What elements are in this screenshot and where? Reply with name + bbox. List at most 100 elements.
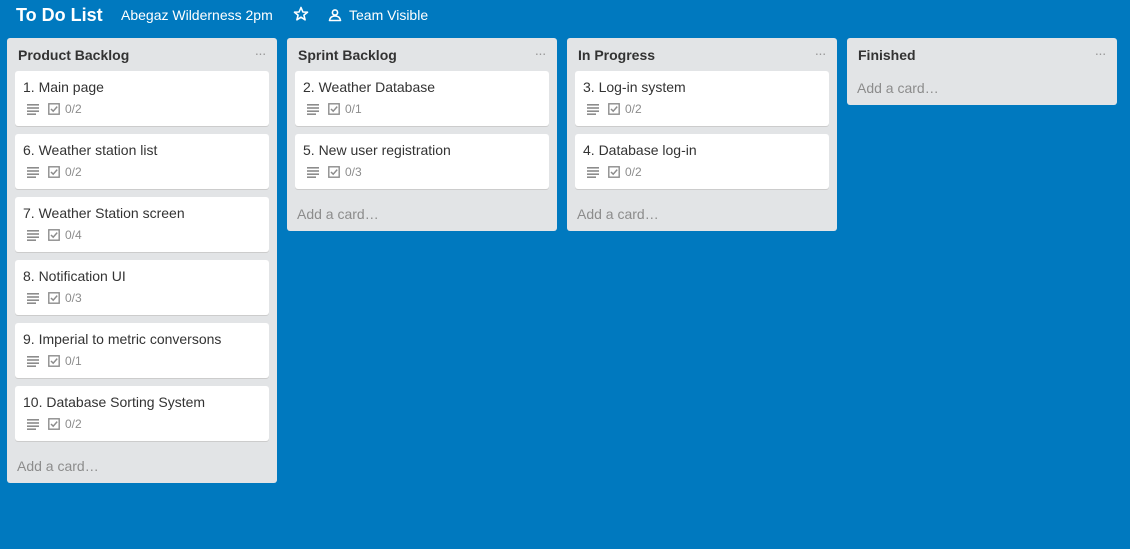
description-icon xyxy=(587,166,599,178)
card-title: 5. New user registration xyxy=(303,142,451,158)
checklist-badge: 0/2 xyxy=(608,166,642,178)
card[interactable]: 4. Database log-in 0/2 xyxy=(575,134,829,189)
card-badges: 0/3 xyxy=(27,291,82,305)
board-title[interactable]: To Do List xyxy=(16,5,103,25)
list-menu-button[interactable]: ··· xyxy=(533,46,547,62)
add-card-button[interactable]: Add a card… xyxy=(287,197,557,231)
checklist-icon xyxy=(48,229,60,241)
card-badges: 0/2 xyxy=(587,165,642,179)
list-title[interactable]: In Progress xyxy=(578,47,655,63)
checklist-count: 0/2 xyxy=(65,165,82,179)
list-in-progress: In Progress ··· 3. Log-in system 0/2 4. … xyxy=(567,38,837,231)
card-list: 1. Main page 0/2 6. Weather station list… xyxy=(7,71,277,441)
checklist-count: 0/3 xyxy=(345,165,362,179)
card[interactable]: 2. Weather Database 0/1 xyxy=(295,71,549,126)
checklist-badge: 0/2 xyxy=(608,103,642,115)
card-title: 2. Weather Database xyxy=(303,79,436,95)
card[interactable]: 5. New user registration 0/3 xyxy=(295,134,549,189)
list-menu-button[interactable]: ··· xyxy=(813,46,827,62)
checklist-count: 0/3 xyxy=(65,291,82,305)
card-badges: 0/1 xyxy=(307,102,362,116)
checklist-icon xyxy=(48,103,60,115)
card[interactable]: 10. Database Sorting System 0/2 xyxy=(15,386,269,441)
card-title: 3. Log-in system xyxy=(583,79,686,95)
card-title: 9. Imperial to metric conversons xyxy=(23,331,222,347)
checklist-badge: 0/2 xyxy=(48,103,82,115)
list-title[interactable]: Product Backlog xyxy=(18,47,129,63)
description-icon xyxy=(307,103,319,115)
checklist-badge: 0/1 xyxy=(48,355,82,367)
description-icon xyxy=(27,166,39,178)
description-icon xyxy=(587,103,599,115)
card-list: 3. Log-in system 0/2 4. Database log-in … xyxy=(567,71,837,189)
description-icon xyxy=(27,418,39,430)
checklist-icon xyxy=(328,103,340,115)
checklist-icon xyxy=(48,292,60,304)
checklist-icon xyxy=(328,166,340,178)
board-header: To Do List Abegaz Wilderness 2pm Team Vi… xyxy=(0,0,1130,32)
list-header: Finished ··· xyxy=(847,38,1117,71)
checklist-count: 0/2 xyxy=(625,165,642,179)
checklist-badge: 0/2 xyxy=(48,418,82,430)
checklist-badge: 0/2 xyxy=(48,166,82,178)
visibility-label: Team Visible xyxy=(349,7,429,23)
checklist-icon xyxy=(608,166,620,178)
card-title: 4. Database log-in xyxy=(583,142,697,158)
card-title: 7. Weather Station screen xyxy=(23,205,185,221)
checklist-badge: 0/1 xyxy=(328,103,362,115)
board: To Do List Abegaz Wilderness 2pm Team Vi… xyxy=(0,0,1130,549)
team-name[interactable]: Abegaz Wilderness 2pm xyxy=(121,7,273,23)
list-finished: Finished ··· Add a card… xyxy=(847,38,1117,105)
checklist-badge: 0/3 xyxy=(48,292,82,304)
list-menu-button[interactable]: ··· xyxy=(253,46,267,62)
list-header: Sprint Backlog ··· xyxy=(287,38,557,71)
visibility-button[interactable]: Team Visible xyxy=(328,6,428,24)
checklist-icon xyxy=(48,355,60,367)
list-sprint-backlog: Sprint Backlog ··· 2. Weather Database 0… xyxy=(287,38,557,231)
checklist-badge: 0/3 xyxy=(328,166,362,178)
checklist-count: 0/1 xyxy=(345,102,362,116)
checklist-count: 0/1 xyxy=(65,354,82,368)
card-badges: 0/2 xyxy=(587,102,642,116)
card-badges: 0/2 xyxy=(27,102,82,116)
checklist-icon xyxy=(48,166,60,178)
description-icon xyxy=(307,166,319,178)
card[interactable]: 8. Notification UI 0/3 xyxy=(15,260,269,315)
add-card-button[interactable]: Add a card… xyxy=(7,449,277,483)
card-list: 2. Weather Database 0/1 5. New user regi… xyxy=(287,71,557,189)
checklist-icon xyxy=(608,103,620,115)
list-menu-button[interactable]: ··· xyxy=(1093,46,1107,62)
card[interactable]: 9. Imperial to metric conversons 0/1 xyxy=(15,323,269,378)
star-icon xyxy=(293,6,309,21)
checklist-count: 0/4 xyxy=(65,228,82,242)
card-title: 10. Database Sorting System xyxy=(23,394,206,410)
card[interactable]: 3. Log-in system 0/2 xyxy=(575,71,829,126)
description-icon xyxy=(27,355,39,367)
team-icon xyxy=(328,9,342,22)
card[interactable]: 7. Weather Station screen 0/4 xyxy=(15,197,269,252)
checklist-count: 0/2 xyxy=(65,417,82,431)
list-title[interactable]: Sprint Backlog xyxy=(298,47,397,63)
card-badges: 0/1 xyxy=(27,354,82,368)
checklist-icon xyxy=(48,418,60,430)
list-header: In Progress ··· xyxy=(567,38,837,71)
card-badges: 0/4 xyxy=(27,228,82,242)
card-title: 1. Main page xyxy=(23,79,104,95)
star-button[interactable] xyxy=(293,6,309,22)
card[interactable]: 6. Weather station list 0/2 xyxy=(15,134,269,189)
description-icon xyxy=(27,103,39,115)
card-badges: 0/3 xyxy=(307,165,362,179)
description-icon xyxy=(27,229,39,241)
checklist-count: 0/2 xyxy=(65,102,82,116)
add-card-button[interactable]: Add a card… xyxy=(567,197,837,231)
list-title[interactable]: Finished xyxy=(858,47,916,63)
card-title: 8. Notification UI xyxy=(23,268,126,284)
card[interactable]: 1. Main page 0/2 xyxy=(15,71,269,126)
add-card-button[interactable]: Add a card… xyxy=(847,71,1117,105)
card-title: 6. Weather station list xyxy=(23,142,158,158)
card-badges: 0/2 xyxy=(27,417,82,431)
card-badges: 0/2 xyxy=(27,165,82,179)
description-icon xyxy=(27,292,39,304)
list-product-backlog: Product Backlog ··· 1. Main page 0/2 6. … xyxy=(7,38,277,483)
list-header: Product Backlog ··· xyxy=(7,38,277,71)
